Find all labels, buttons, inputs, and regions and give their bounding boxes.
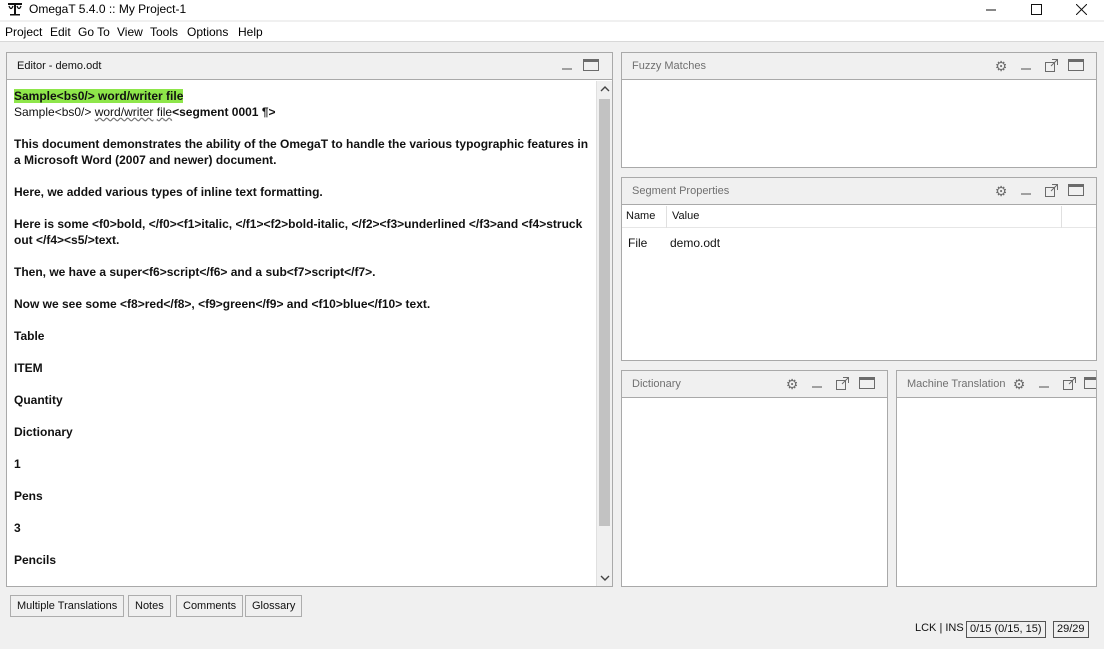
segment[interactable]: Table [14, 328, 589, 344]
menu-help[interactable]: Help [238, 25, 263, 39]
undock-icon[interactable] [833, 375, 851, 393]
machine-translation-pane: Machine Translation ⚙ [896, 370, 1097, 587]
scroll-up-icon[interactable] [597, 81, 613, 97]
minimize-pane-icon[interactable] [1017, 57, 1035, 75]
active-segment-target[interactable]: Sample<bs0/> word/writer file<segment 00… [14, 104, 589, 120]
menu-options[interactable]: Options [187, 25, 228, 39]
minimize-pane-icon[interactable] [1017, 182, 1035, 200]
gear-icon[interactable]: ⚙ [992, 57, 1010, 75]
undock-icon[interactable] [1060, 375, 1078, 393]
bottom-tab-bar: Multiple Translations Notes Comments Glo… [0, 593, 1104, 617]
menu-bar: Project Edit Go To View Tools Options He… [0, 22, 1104, 42]
fuzzy-matches-title: Fuzzy Matches [632, 60, 706, 72]
gear-icon[interactable]: ⚙ [992, 182, 1010, 200]
segment-counter: 29/29 [1053, 621, 1089, 638]
segment[interactable]: Now we see some <f8>red</f8>, <f9>green<… [14, 296, 589, 312]
fuzzy-matches-header: Fuzzy Matches ⚙ [622, 53, 1096, 80]
gear-icon[interactable]: ⚙ [783, 375, 801, 393]
segment[interactable]: Here, we added various types of inline t… [14, 184, 589, 200]
undock-icon[interactable] [1042, 182, 1060, 200]
segment-properties-title: Segment Properties [632, 185, 730, 197]
undock-icon[interactable] [1042, 57, 1060, 75]
minimize-pane-icon[interactable] [1035, 375, 1053, 393]
dictionary-pane: Dictionary ⚙ [621, 370, 888, 587]
minimize-window-button[interactable] [968, 0, 1014, 20]
scroll-down-icon[interactable] [597, 570, 613, 586]
title-bar: OmegaT 5.4.0 :: My Project-1 [0, 0, 1104, 20]
machine-translation-header: Machine Translation ⚙ [897, 371, 1096, 398]
omegat-logo-icon [7, 2, 23, 16]
menu-go-to[interactable]: Go To [78, 25, 110, 39]
maximize-pane-icon[interactable] [858, 375, 876, 393]
segment[interactable]: 3 [14, 520, 589, 536]
segment[interactable]: Here is some <f0>bold, </f0><f1>italic, … [14, 216, 589, 248]
window-title: OmegaT 5.4.0 :: My Project-1 [29, 2, 187, 16]
minimize-pane-icon[interactable] [558, 57, 576, 75]
column-header-value[interactable]: Value [672, 210, 699, 222]
menu-tools[interactable]: Tools [150, 25, 178, 39]
menu-view[interactable]: View [117, 25, 143, 39]
editor-header: Editor - demo.odt [7, 53, 612, 80]
editor-text-area[interactable]: Sample<bs0/> word/writer file Sample<bs0… [7, 81, 596, 586]
segment[interactable]: Pencils [14, 552, 589, 568]
segment[interactable]: 1 [14, 456, 589, 472]
column-divider[interactable] [1061, 206, 1062, 228]
fuzzy-matches-pane: Fuzzy Matches ⚙ [621, 52, 1097, 168]
menu-edit[interactable]: Edit [50, 25, 71, 39]
property-name: File [628, 236, 648, 250]
scrollbar-thumb[interactable] [599, 99, 610, 526]
property-value: demo.odt [670, 236, 721, 250]
tab-notes[interactable]: Notes [128, 595, 171, 617]
active-segment-source: Sample<bs0/> word/writer file [14, 89, 184, 103]
maximize-pane-icon[interactable] [1067, 182, 1085, 200]
tab-multiple-translations[interactable]: Multiple Translations [10, 595, 125, 617]
segment[interactable]: Pens [14, 488, 589, 504]
segment-properties-pane: Segment Properties ⚙ Name Value File dem… [621, 177, 1097, 361]
column-header-name[interactable]: Name [626, 210, 655, 222]
editor-title: Editor - demo.odt [17, 60, 102, 72]
segment[interactable]: ITEM [14, 360, 589, 376]
editor-pane: Editor - demo.odt Sample<bs0/> word/writ… [6, 52, 613, 587]
minimize-pane-icon[interactable] [808, 375, 826, 393]
edit-mode-indicator: LCK | INS [915, 622, 964, 634]
segment-properties-header: Segment Properties ⚙ [622, 178, 1096, 205]
column-divider[interactable] [666, 206, 667, 228]
segment[interactable]: This document demonstrates the ability o… [14, 136, 589, 168]
menu-project[interactable]: Project [5, 25, 42, 39]
gear-icon[interactable]: ⚙ [1010, 375, 1028, 393]
tab-comments[interactable]: Comments [176, 595, 244, 617]
progress-indicator: 0/15 (0/15, 15) [966, 621, 1046, 638]
maximize-window-button[interactable] [1013, 0, 1059, 20]
maximize-pane-icon[interactable] [1083, 375, 1096, 393]
segment[interactable]: Then, we have a super<f6>script</f6> and… [14, 264, 589, 280]
tab-glossary[interactable]: Glossary [245, 595, 303, 617]
segment[interactable]: Quantity [14, 392, 589, 408]
editor-scrollbar[interactable] [596, 81, 612, 586]
segment[interactable]: Dictionary [14, 424, 589, 440]
machine-translation-title: Machine Translation [907, 378, 1006, 390]
maximize-pane-icon[interactable] [1067, 57, 1085, 75]
dictionary-title: Dictionary [632, 378, 681, 390]
maximize-pane-icon[interactable] [582, 57, 600, 75]
properties-table: Name Value File demo.odt [622, 206, 1096, 360]
properties-table-header: Name Value [622, 206, 1096, 228]
dictionary-header: Dictionary ⚙ [622, 371, 887, 398]
close-window-button[interactable] [1058, 0, 1104, 20]
